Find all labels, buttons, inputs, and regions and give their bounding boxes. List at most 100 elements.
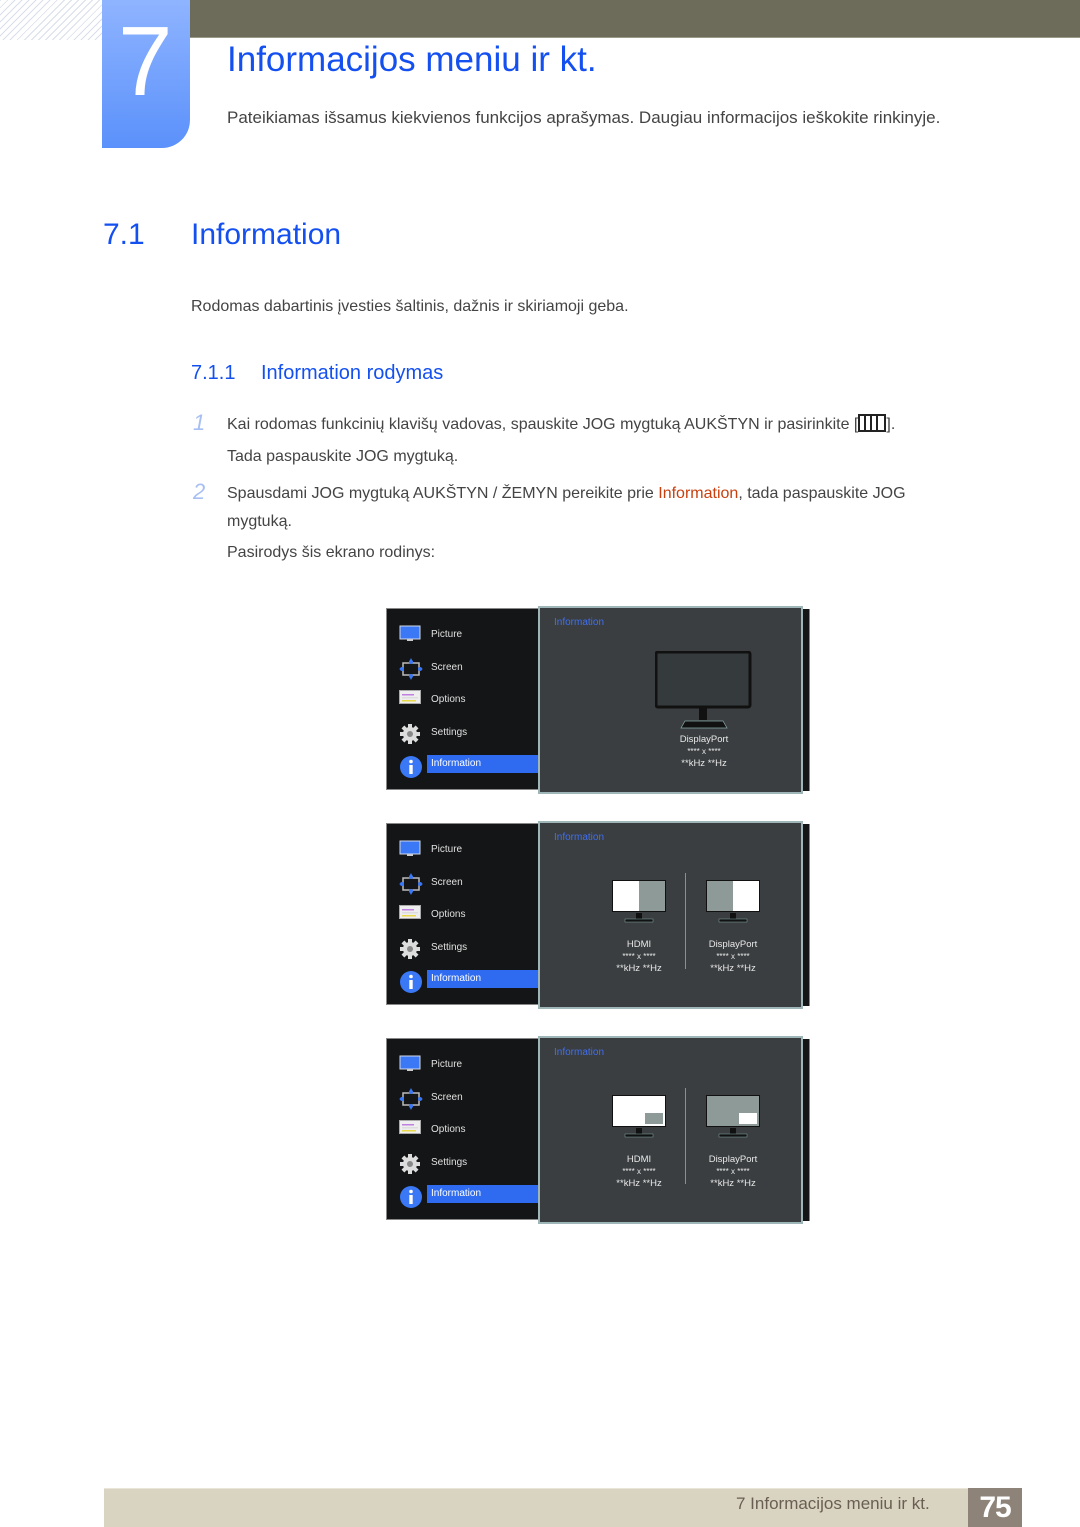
- osd-information-panel: Information HDMI **** x **** **kHz **Hz Disp…: [538, 1036, 803, 1224]
- source-frequency: **kHz **Hz: [710, 1178, 756, 1189]
- section-number: 7.1: [103, 218, 145, 251]
- osd-menu-item-settings: Settings: [399, 723, 543, 744]
- step-number: 2: [193, 479, 206, 504]
- monitor-icon: [705, 1094, 761, 1143]
- osd-menu-label: Settings: [431, 1156, 468, 1168]
- source-resolution: **** x ****: [622, 952, 656, 961]
- monitor-icon: [705, 879, 761, 928]
- osd-screenshot: Picture Screen Options Settings Information I…: [386, 1036, 810, 1226]
- osd-menu-item-picture: Picture: [399, 625, 543, 645]
- source-name: DisplayPort: [708, 1154, 758, 1165]
- options-icon: [399, 1120, 421, 1140]
- information-icon: [399, 970, 422, 993]
- section-description: Rodomas dabartinis įvesties šaltinis, da…: [191, 298, 629, 315]
- osd-menu-label: Picture: [431, 1059, 463, 1070]
- osd-screenshot: Picture Screen Options Settings Information I…: [386, 821, 810, 1011]
- osd-menu-item-information: Information: [399, 755, 543, 778]
- osd-menu-label: Picture: [431, 629, 463, 640]
- information-icon: [399, 755, 422, 778]
- osd-menu-label: Options: [431, 1124, 466, 1135]
- chapter-title: Informacijos meniu ir kt.: [227, 40, 597, 79]
- settings-gear-icon: [399, 938, 421, 959]
- source-frequency: **kHz **Hz: [616, 963, 662, 974]
- settings-gear-icon: [399, 723, 421, 744]
- osd-edge: [803, 609, 810, 791]
- osd-panel-title: Information: [554, 1047, 605, 1058]
- source-resolution: **** x ****: [716, 1167, 750, 1176]
- header-hatch-decoration: [0, 0, 102, 40]
- source-frequency: **kHz **Hz: [710, 963, 756, 974]
- monitor-icon: [611, 879, 667, 928]
- chapter-intro: Pateikiamas išsamus kiekvienos funkcijos…: [227, 108, 941, 127]
- settings-gear-icon: [399, 1153, 421, 1174]
- source-resolution: **** x ****: [622, 1167, 656, 1176]
- source-info: HDMI **** x **** **kHz **Hz: [589, 1154, 689, 1190]
- osd-menu-label: Information: [427, 1185, 539, 1203]
- step-text-part: , tada paspauskite JOG: [738, 485, 906, 502]
- osd-menu-item-settings: Settings: [399, 938, 543, 959]
- subsection-title: Information rodymas: [261, 362, 444, 384]
- osd-menu-item-options: Options: [399, 1120, 543, 1140]
- osd-panel-title: Information: [554, 832, 605, 843]
- source-resolution: **** x ****: [687, 747, 721, 756]
- chapter-tab: 7: [102, 0, 190, 148]
- source-info: HDMI **** x **** **kHz **Hz: [589, 939, 689, 975]
- screen-icon: [399, 1087, 423, 1110]
- picture-icon: [399, 625, 421, 645]
- step-number: 1: [193, 410, 206, 435]
- osd-menu-label: Settings: [431, 726, 468, 738]
- source-frequency: **kHz **Hz: [616, 1178, 662, 1189]
- monitor-icon: [654, 650, 753, 734]
- information-icon: [399, 1185, 422, 1208]
- osd-menu-item-settings: Settings: [399, 1153, 543, 1174]
- menu-key-icon: [858, 414, 887, 432]
- osd-menu-item-options: Options: [399, 690, 543, 710]
- osd-menu-label: Information: [427, 970, 539, 988]
- step-text: Kai rodomas funkcinių klavišų vadovas, s…: [227, 414, 895, 436]
- step-text-line3: Pasirodys šis ekrano rodinys:: [227, 544, 436, 561]
- highlight-term: Information: [658, 485, 739, 502]
- chapter-number: 7: [118, 6, 173, 116]
- source-info: DisplayPort **** x **** **kHz **Hz: [683, 939, 783, 975]
- options-icon: [399, 905, 421, 925]
- source-frequency: **kHz **Hz: [681, 758, 727, 769]
- source-name: DisplayPort: [708, 939, 758, 950]
- monitor-icon: [611, 1094, 667, 1143]
- osd-menu-panel: Picture Screen Options Settings Information: [386, 608, 542, 790]
- picture-icon: [399, 1055, 421, 1075]
- osd-menu-panel: Picture Screen Options Settings Information: [386, 823, 542, 1005]
- osd-menu-item-information: Information: [399, 1185, 543, 1208]
- osd-menu-item-information: Information: [399, 970, 543, 993]
- osd-menu-item-screen: Screen: [399, 657, 543, 680]
- section-title: Information: [191, 218, 342, 251]
- footer-chapter-label: 7 Informacijos meniu ir kt.: [736, 1494, 930, 1513]
- step-text-part: Kai rodomas funkcinių klavišų vadovas, s…: [227, 416, 859, 433]
- osd-menu-label: Picture: [431, 844, 463, 855]
- osd-menu-panel: Picture Screen Options Settings Information: [386, 1038, 542, 1220]
- source-resolution: **** x ****: [716, 952, 750, 961]
- step-text: Spausdami JOG mygtuką AUKŠTYN / ŽEMYN pe…: [227, 483, 906, 505]
- osd-menu-label: Screen: [431, 661, 463, 673]
- picture-icon: [399, 840, 421, 860]
- osd-menu-label: Settings: [431, 941, 468, 953]
- osd-screenshot: Picture Screen Options Settings Information I…: [386, 606, 810, 796]
- step-text-line2: mygtuką.: [227, 513, 292, 530]
- osd-menu-item-picture: Picture: [399, 840, 543, 860]
- source-info: DisplayPort **** x **** **kHz **Hz: [654, 734, 754, 770]
- screen-icon: [399, 657, 423, 680]
- page-number: 75: [968, 1488, 1022, 1527]
- source-name: HDMI: [626, 939, 652, 950]
- osd-menu-label: Information: [427, 755, 539, 773]
- header-bar: [190, 0, 1080, 38]
- osd-information-panel: Information HDMI **** x **** **kHz **Hz Disp…: [538, 821, 803, 1009]
- step-text-line2: Tada paspauskite JOG mygtuką.: [227, 448, 459, 465]
- osd-menu-label: Screen: [431, 1091, 463, 1103]
- osd-menu-label: Options: [431, 694, 466, 705]
- options-icon: [399, 690, 421, 710]
- step-text-part: Spausdami JOG mygtuką AUKŠTYN / ŽEMYN pe…: [227, 485, 659, 502]
- osd-menu-item-picture: Picture: [399, 1055, 543, 1075]
- osd-edge: [803, 1039, 810, 1221]
- osd-menu-item-screen: Screen: [399, 1087, 543, 1110]
- source-name: DisplayPort: [679, 734, 729, 745]
- osd-information-panel: Information DisplayPort **** x **** **kHz *…: [538, 606, 803, 794]
